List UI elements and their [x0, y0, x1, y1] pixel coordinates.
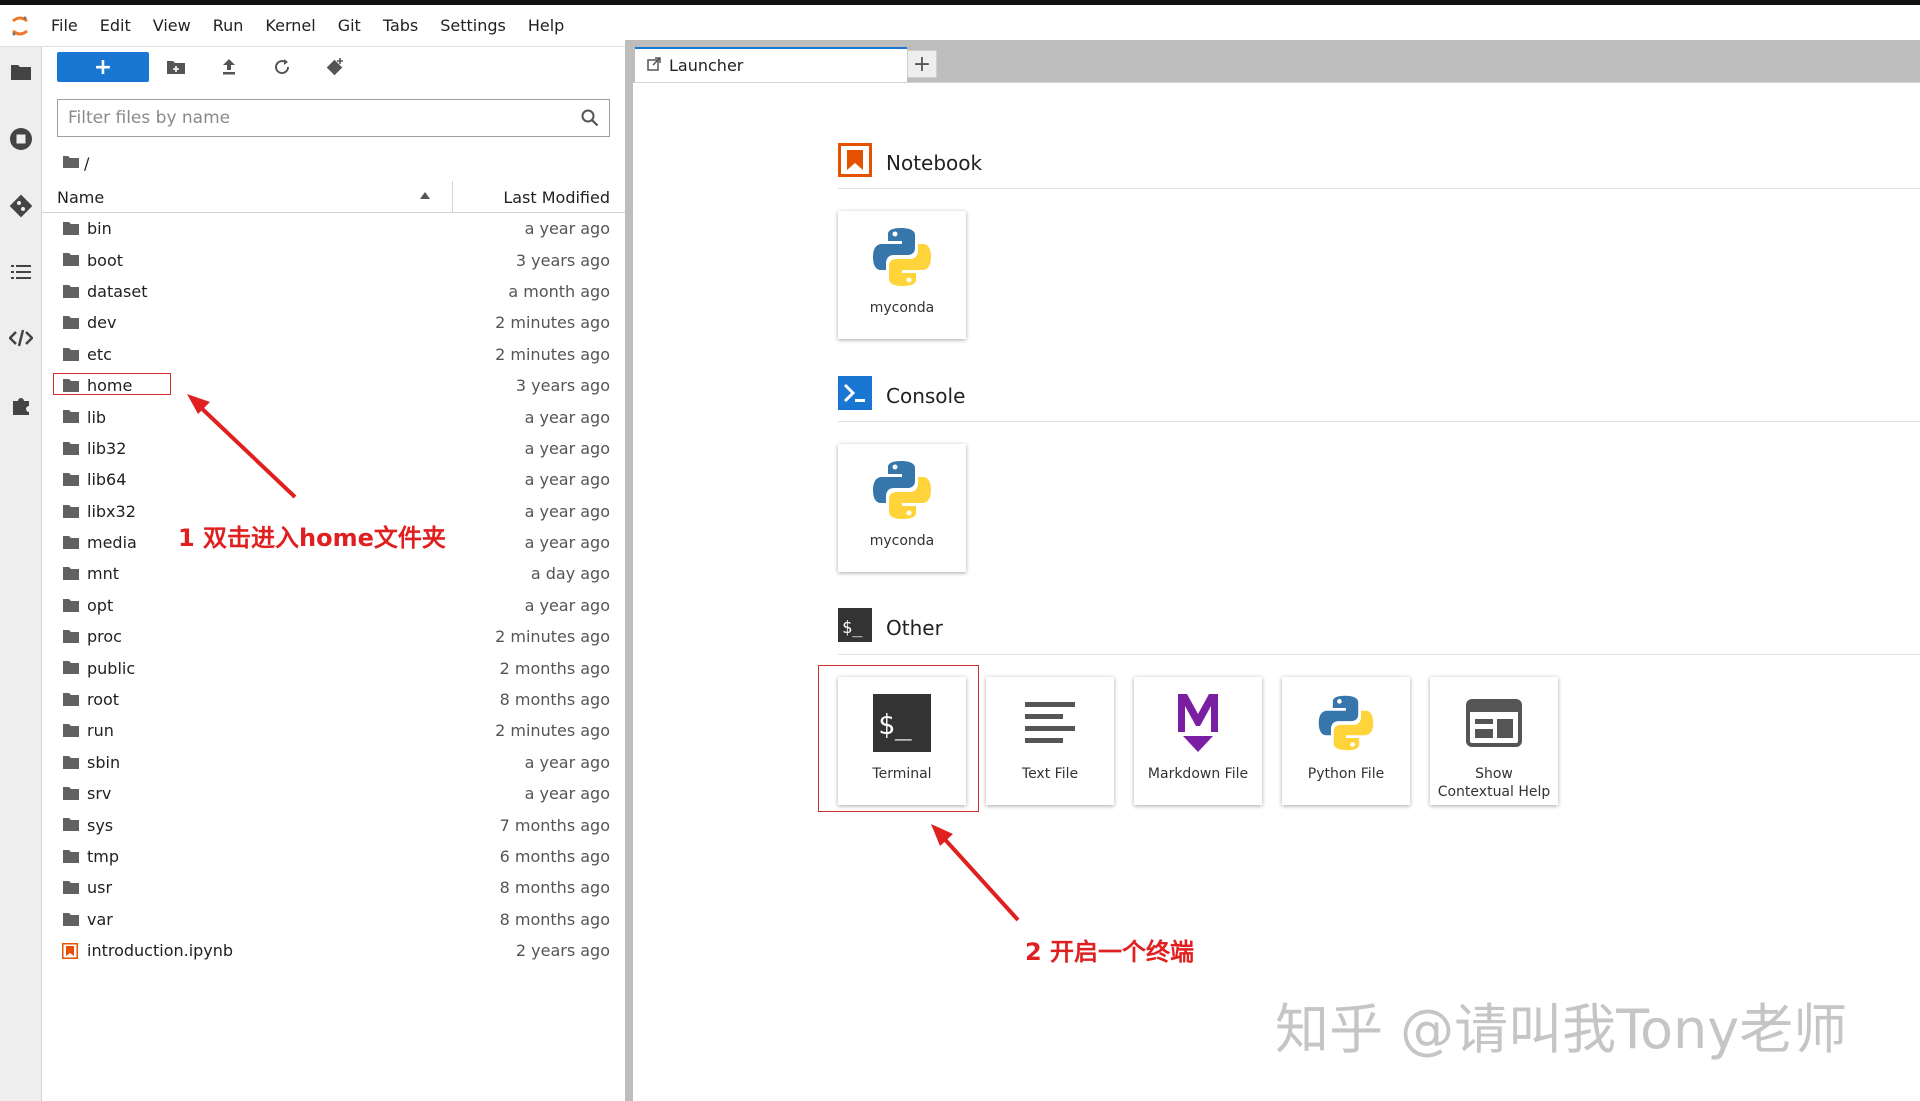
- arrow-to-terminal: [931, 824, 1020, 922]
- annotation-step1: 1 双击进入home文件夹: [178, 524, 446, 552]
- watermark-text: 知乎 @请叫我Tony老师: [1275, 998, 1848, 1061]
- jupyterlab-window: File Edit View Run Kernel Git Tabs Setti…: [0, 0, 1920, 1101]
- annotation-step2: 2 开启一个终端: [1025, 938, 1195, 966]
- arrow-to-home: [187, 394, 297, 499]
